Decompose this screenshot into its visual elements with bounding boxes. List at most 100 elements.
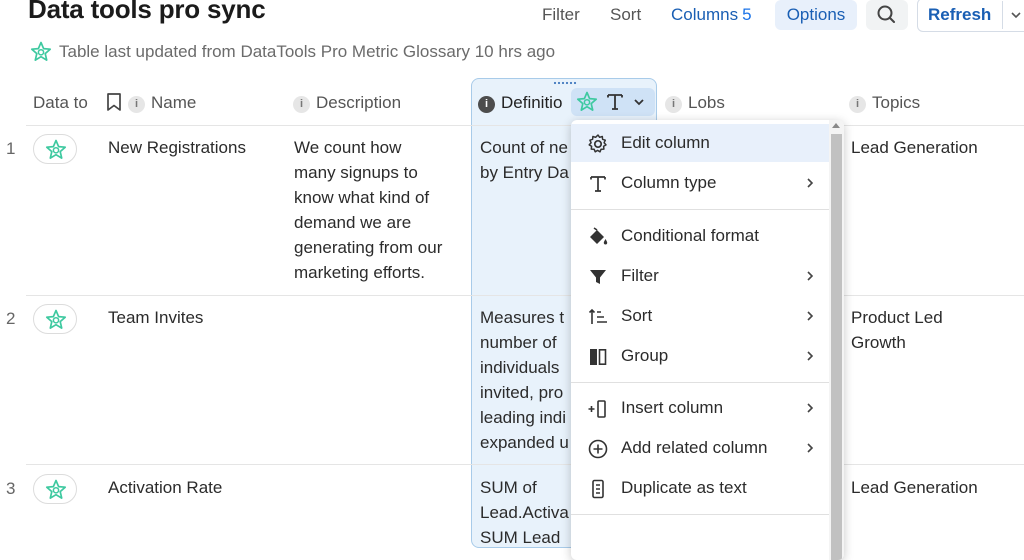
row-sync-badge[interactable] bbox=[33, 304, 77, 334]
row-divider bbox=[26, 295, 1024, 296]
menu-item-add-related-column[interactable]: Add related column bbox=[571, 429, 829, 467]
paint-bucket-icon bbox=[590, 227, 608, 245]
columns-button[interactable]: Columns 5 bbox=[671, 0, 752, 30]
definition-line: by Entry Da bbox=[480, 163, 569, 182]
description-line: many signups to bbox=[294, 163, 418, 182]
definition-line: Measures t bbox=[480, 308, 565, 327]
sort-icon bbox=[588, 308, 607, 324]
column-header-name[interactable]: i Name bbox=[106, 92, 196, 114]
column-header-topics-label: Topics bbox=[872, 93, 921, 112]
search-button[interactable] bbox=[866, 0, 908, 30]
chevron-right-icon bbox=[807, 311, 814, 321]
column-header-lobs[interactable]: i Lobs bbox=[665, 92, 725, 114]
insert-column-icon bbox=[588, 400, 606, 418]
scroll-up-arrow-icon[interactable] bbox=[832, 123, 840, 128]
column-type-button[interactable] bbox=[571, 88, 655, 116]
menu-item-insert-column[interactable]: Insert column bbox=[571, 389, 829, 427]
cell-description[interactable]: We count how many signups to know what k… bbox=[294, 135, 442, 285]
definition-line: expanded u bbox=[480, 433, 569, 452]
refresh-button[interactable]: Refresh bbox=[917, 0, 1024, 32]
chevron-right-icon bbox=[807, 443, 814, 453]
info-icon: i bbox=[478, 96, 495, 113]
menu-item-label: Group bbox=[621, 346, 669, 365]
group-icon bbox=[590, 348, 607, 365]
definition-line: number of bbox=[480, 333, 557, 352]
info-icon: i bbox=[849, 96, 866, 113]
cell-definition[interactable]: Count of ne by Entry Da bbox=[480, 135, 570, 185]
chevron-down-icon[interactable] bbox=[1010, 0, 1022, 42]
menu-item-duplicate-as-text[interactable]: Duplicate as text bbox=[571, 469, 829, 507]
chevron-right-icon bbox=[807, 271, 814, 281]
filter-button[interactable]: Filter bbox=[542, 0, 580, 30]
column-header-description[interactable]: i Description bbox=[293, 92, 401, 114]
cell-definition[interactable]: SUM of Lead.Activa SUM Lead bbox=[480, 475, 570, 550]
gear-icon bbox=[588, 134, 607, 153]
definition-line: leading indi bbox=[480, 408, 567, 427]
menu-item-column-type[interactable]: Column type bbox=[571, 164, 829, 202]
topics-line: Lead Generation bbox=[851, 138, 978, 157]
info-icon: i bbox=[293, 96, 310, 113]
cell-topics[interactable]: Lead Generation bbox=[851, 475, 978, 500]
menu-item-label: Filter bbox=[621, 266, 659, 285]
column-header-definition[interactable]: i Definitio bbox=[478, 92, 570, 114]
menu-item-filter[interactable]: Filter bbox=[571, 257, 829, 295]
info-icon: i bbox=[665, 96, 682, 113]
datatools-logo-icon bbox=[576, 91, 598, 111]
menu-item-group[interactable]: Group bbox=[571, 337, 829, 375]
menu-item-label: Edit column bbox=[621, 133, 710, 152]
menu-divider bbox=[571, 382, 829, 383]
menu-item-label: Column type bbox=[621, 173, 717, 192]
definition-line: Lead.Activa bbox=[480, 503, 569, 522]
topics-line: Product Led bbox=[851, 308, 943, 327]
options-button[interactable]: Options bbox=[775, 0, 857, 30]
row-sync-badge[interactable] bbox=[33, 134, 77, 164]
topics-line: Lead Generation bbox=[851, 478, 978, 497]
text-type-icon bbox=[590, 176, 606, 192]
cell-topics[interactable]: Lead Generation bbox=[851, 135, 978, 160]
menu-item-sort[interactable]: Sort bbox=[571, 297, 829, 335]
chevron-right-icon bbox=[807, 178, 814, 188]
datatools-logo-icon bbox=[45, 479, 67, 499]
text-type-icon bbox=[607, 94, 623, 110]
row-sync-badge[interactable] bbox=[33, 474, 77, 504]
search-icon bbox=[877, 5, 895, 23]
sort-button[interactable]: Sort bbox=[610, 0, 641, 30]
menu-item-conditional-format[interactable]: Conditional format bbox=[571, 217, 829, 255]
menu-item-edit-column[interactable]: Edit column bbox=[571, 124, 829, 162]
cell-definition[interactable]: Measures t number of individuals invited… bbox=[480, 305, 570, 455]
definition-line: invited, pro bbox=[480, 383, 564, 402]
refresh-divider bbox=[1002, 1, 1003, 29]
column-header-name-label: Name bbox=[151, 93, 197, 112]
columns-count: 5 bbox=[742, 5, 752, 24]
menu-scrollbar[interactable] bbox=[829, 120, 844, 560]
column-header-topics[interactable]: i Topics bbox=[849, 92, 920, 114]
datatools-logo-icon bbox=[30, 41, 52, 61]
definition-line: SUM of bbox=[480, 478, 537, 497]
menu-divider bbox=[571, 514, 829, 515]
column-menu: Edit column Column type Conditional form… bbox=[571, 120, 844, 560]
cell-name[interactable]: Team Invites bbox=[108, 305, 203, 330]
column-drag-handle[interactable] bbox=[553, 81, 577, 85]
cell-topics[interactable]: Product Led Growth bbox=[851, 305, 943, 355]
column-header-lobs-label: Lobs bbox=[688, 93, 725, 112]
menu-divider bbox=[571, 209, 829, 210]
page-title: Data tools pro sync bbox=[28, 0, 266, 24]
duplicate-icon bbox=[592, 479, 604, 499]
row-number: 1 bbox=[6, 139, 16, 158]
add-circle-icon bbox=[588, 439, 608, 459]
column-header-description-label: Description bbox=[316, 93, 402, 112]
cell-name[interactable]: New Registrations bbox=[108, 135, 246, 160]
bookmark-icon bbox=[107, 93, 121, 111]
definition-line: SUM Lead bbox=[480, 528, 561, 547]
description-line: demand we are bbox=[294, 213, 412, 232]
menu-item-label: Duplicate as text bbox=[621, 478, 747, 497]
chevron-right-icon bbox=[807, 351, 814, 361]
refresh-label: Refresh bbox=[928, 5, 992, 24]
cell-name[interactable]: Activation Rate bbox=[108, 475, 222, 500]
column-header-data-to[interactable]: Data to bbox=[33, 92, 88, 114]
row-number: 3 bbox=[6, 479, 16, 498]
column-header-definition-label: Definitio bbox=[501, 93, 563, 112]
description-line: We count how bbox=[294, 138, 402, 157]
scrollbar-thumb[interactable] bbox=[831, 134, 842, 560]
topics-line: Growth bbox=[851, 333, 906, 352]
